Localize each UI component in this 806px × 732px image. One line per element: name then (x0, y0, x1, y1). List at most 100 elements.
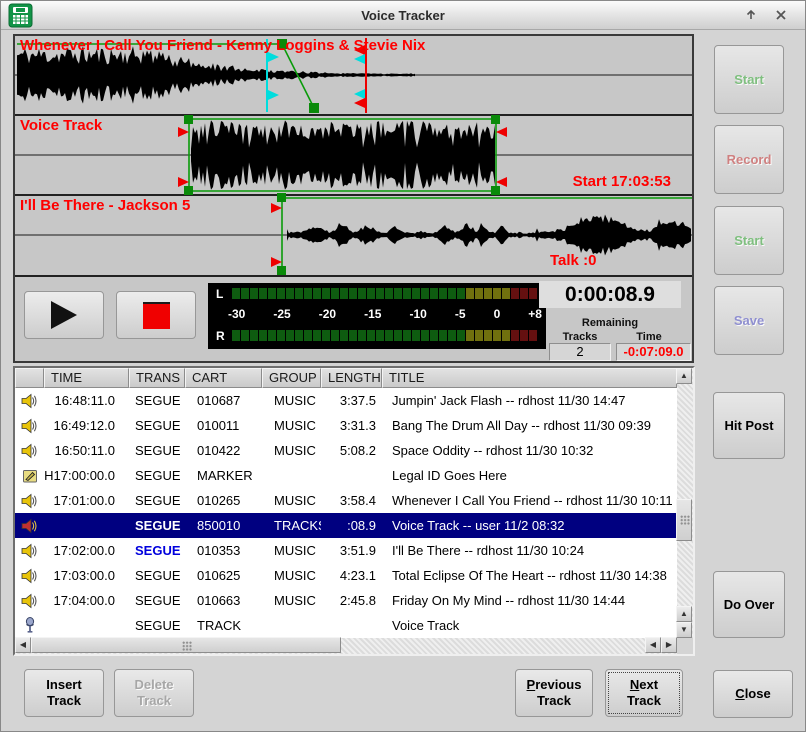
meter-scale-label: -30 (228, 307, 245, 323)
cell-length: 3:37.5 (321, 388, 382, 413)
table-row-selected[interactable]: SEGUE850010TRACKS:08.9Voice Track -- use… (15, 513, 677, 538)
meter-segment (358, 288, 366, 299)
play-button[interactable] (24, 291, 104, 339)
meter-segment (304, 330, 312, 341)
scroll-left-button[interactable]: ◀ (15, 637, 31, 653)
cell-cart: 010011 (185, 413, 262, 438)
cell-time: 16:48:11.0 (44, 388, 129, 413)
cell-title: Space Oddity -- rdhost 11/30 10:32 (382, 438, 677, 463)
cell-group: MUSIC (262, 563, 321, 588)
column-header-group[interactable]: GROUP (262, 368, 321, 388)
table-row[interactable]: 16:48:11.0SEGUE010687MUSIC3:37.5Jumpin' … (15, 388, 677, 413)
cell-time: 17:03:00.0 (44, 563, 129, 588)
table-row[interactable]: 16:50:11.0SEGUE010422MUSIC5:08.2Space Od… (15, 438, 677, 463)
shade-window-button[interactable] (740, 5, 761, 26)
thumb-grip (182, 641, 192, 651)
scroll-up-button[interactable]: ▲ (676, 368, 692, 384)
titlebar[interactable]: Voice Tracker (1, 1, 805, 30)
cell-group (262, 463, 321, 488)
waveform-canvas[interactable] (15, 36, 692, 277)
cell-cart: 010353 (185, 538, 262, 563)
scroll-up-button-2[interactable]: ▲ (676, 606, 692, 622)
column-header-icon[interactable] (15, 368, 44, 388)
cell-time: H17:00:00.0 (44, 463, 129, 488)
cell-title: I'll Be There -- rdhost 11/30 10:24 (382, 538, 677, 563)
stop-button[interactable] (116, 291, 196, 339)
cell-trans: SEGUE (129, 563, 185, 588)
meter-segment (430, 288, 438, 299)
cell-title: Voice Track (382, 613, 677, 638)
cell-cart: 010422 (185, 438, 262, 463)
save-button: Save (714, 286, 784, 355)
meter-scale-label: 0 (494, 307, 501, 323)
remaining-time-label: Time (616, 331, 682, 343)
speaker-icon (15, 413, 44, 438)
cell-title: Jumpin' Jack Flash -- rdhost 11/30 14:47 (382, 388, 677, 413)
track3-title: I'll Be There - Jackson 5 (20, 197, 190, 214)
meter-segment (331, 330, 339, 341)
column-header-length[interactable]: LENGTH (321, 368, 382, 388)
column-header-time[interactable]: TIME (44, 368, 129, 388)
meter-segment (448, 288, 456, 299)
meter-segment (349, 288, 357, 299)
meter-segment (385, 330, 393, 341)
cell-length: :08.9 (321, 513, 382, 538)
meter-segment (484, 330, 492, 341)
horizontal-scroll-thumb[interactable] (31, 637, 341, 653)
meter-segment (529, 288, 537, 299)
meter-segment (475, 330, 483, 341)
tracks-area[interactable]: Whenever I Call You Friend - Kenny Loggi… (15, 36, 692, 277)
speaker-icon (15, 438, 44, 463)
vertical-scrollbar[interactable]: ▲ ▲ ▼ (677, 368, 693, 638)
meter-segment (340, 330, 348, 341)
insert-track-button[interactable]: Insert Track (24, 669, 104, 717)
waveform (17, 46, 415, 103)
scroll-right-button[interactable]: ▶ (661, 637, 677, 653)
meter-segment (502, 288, 510, 299)
close-button[interactable]: Close (713, 670, 793, 718)
column-header-title[interactable]: TITLE (382, 368, 677, 388)
previous-track-button[interactable]: Previous Track (515, 669, 593, 717)
table-row[interactable]: H17:00:00.0SEGUEMARKERLegal ID Goes Here (15, 463, 677, 488)
close-window-button[interactable] (770, 5, 791, 26)
meter-segment (448, 330, 456, 341)
meter-segment (304, 288, 312, 299)
table-row[interactable]: 16:49:12.0SEGUE010011MUSIC3:31.3Bang The… (15, 413, 677, 438)
speaker-icon (15, 588, 44, 613)
vertical-scroll-thumb[interactable] (676, 499, 692, 541)
meter-segment (295, 288, 303, 299)
meter-segment (529, 330, 537, 341)
cell-length (321, 463, 382, 488)
log-table: TIMETRANSCARTGROUPLENGTHTITLE 16:48:11.0… (13, 366, 695, 656)
cell-trans: SEGUE (129, 438, 185, 463)
next-track-button[interactable]: Next Track (605, 669, 683, 717)
column-header-trans[interactable]: TRANS (129, 368, 185, 388)
cell-time: 17:01:00.0 (44, 488, 129, 513)
table-row[interactable]: 17:02:00.0SEGUE010353MUSIC3:51.9I'll Be … (15, 538, 677, 563)
do-over-button[interactable]: Do Over (713, 571, 785, 638)
table-row[interactable]: 17:04:00.0SEGUE010663MUSIC2:45.8Friday O… (15, 588, 677, 613)
hit-post-button[interactable]: Hit Post (713, 392, 785, 459)
cell-length: 5:08.2 (321, 438, 382, 463)
cell-group: MUSIC (262, 588, 321, 613)
meter-segment (484, 288, 492, 299)
remaining-tracks-value: 2 (549, 343, 611, 361)
horizontal-scrollbar[interactable]: ◀ ◀ ▶ (15, 638, 677, 654)
cell-cart: 850010 (185, 513, 262, 538)
table-row[interactable]: 17:03:00.0SEGUE010625MUSIC4:23.1Total Ec… (15, 563, 677, 588)
table-row[interactable]: 17:01:00.0SEGUE010265MUSIC3:58.4Whenever… (15, 488, 677, 513)
scroll-down-button[interactable]: ▼ (676, 622, 692, 638)
stop-icon (143, 302, 170, 329)
table-row[interactable]: SEGUETRACKVoice Track (15, 613, 677, 638)
meter-segment (232, 330, 240, 341)
meter-scale-label: -10 (410, 307, 427, 323)
meter-segment (376, 288, 384, 299)
cell-cart: TRACK (185, 613, 262, 638)
meter-segment (367, 288, 375, 299)
scroll-left-button-2[interactable]: ◀ (645, 637, 661, 653)
remaining-time-value: -0:07:09.0 (616, 343, 691, 361)
cell-group: MUSIC (262, 438, 321, 463)
cell-group: MUSIC (262, 488, 321, 513)
record-button: Record (714, 125, 784, 194)
column-header-cart[interactable]: CART (185, 368, 262, 388)
